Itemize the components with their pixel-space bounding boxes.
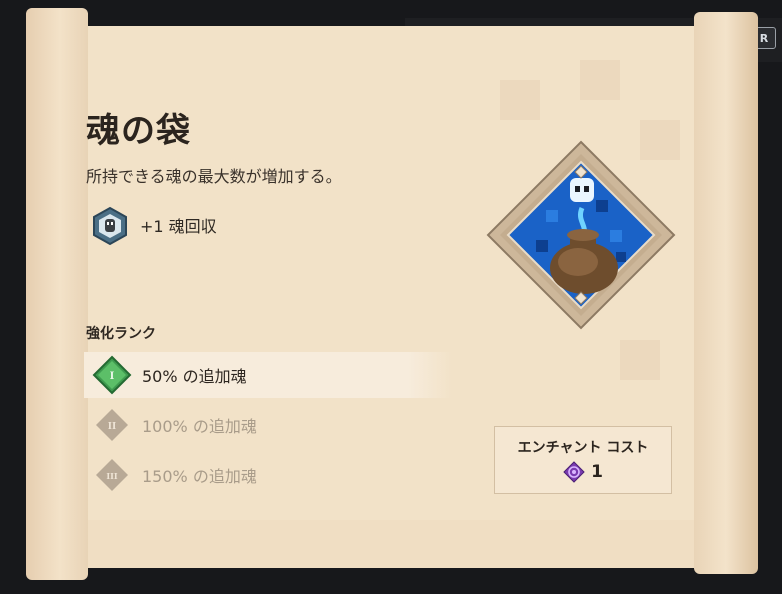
rank-label: 150% の追加魂 (142, 467, 257, 486)
soul-gather-icon (93, 206, 127, 246)
rank-row-3[interactable]: III 150% の追加魂 (84, 452, 452, 498)
rank-numeral: I (110, 371, 115, 382)
rank-gem-icon: II (96, 409, 128, 441)
parchment-pattern (500, 80, 540, 120)
rank-label: 100% の追加魂 (142, 417, 257, 436)
artifact-title: 魂の袋 (86, 111, 191, 151)
scroll-roll-left (26, 8, 88, 580)
soul-bag-icon (486, 140, 676, 330)
parchment-pattern (580, 60, 620, 100)
rank-gem-icon: III (96, 459, 128, 491)
rank-numeral: II (108, 422, 116, 432)
scroll-roll-right (694, 12, 758, 574)
enchantment-point-icon (563, 461, 585, 483)
artifact-stat: +1 魂回収 (140, 217, 217, 236)
rank-label: 50% の追加魂 (142, 367, 247, 386)
enchant-cost-title: エンチャント コスト (517, 440, 649, 456)
enchant-cost-panel: エンチャント コスト 1 (494, 426, 672, 494)
enchant-cost-value: 1 (495, 461, 671, 483)
rank-row-2[interactable]: II 100% の追加魂 (84, 402, 452, 448)
rank-numeral: III (106, 471, 117, 481)
rank-gem-icon: I (92, 355, 132, 395)
rank-heading: 強化ランク (86, 326, 156, 342)
parchment-bottom (60, 520, 720, 568)
artifact-description: 所持できる魂の最大数が増加する。 (86, 167, 342, 186)
enchant-cost-number: 1 (591, 462, 603, 482)
rank-row-1[interactable]: I 50% の追加魂 (84, 352, 452, 398)
parchment-pattern (620, 340, 660, 380)
